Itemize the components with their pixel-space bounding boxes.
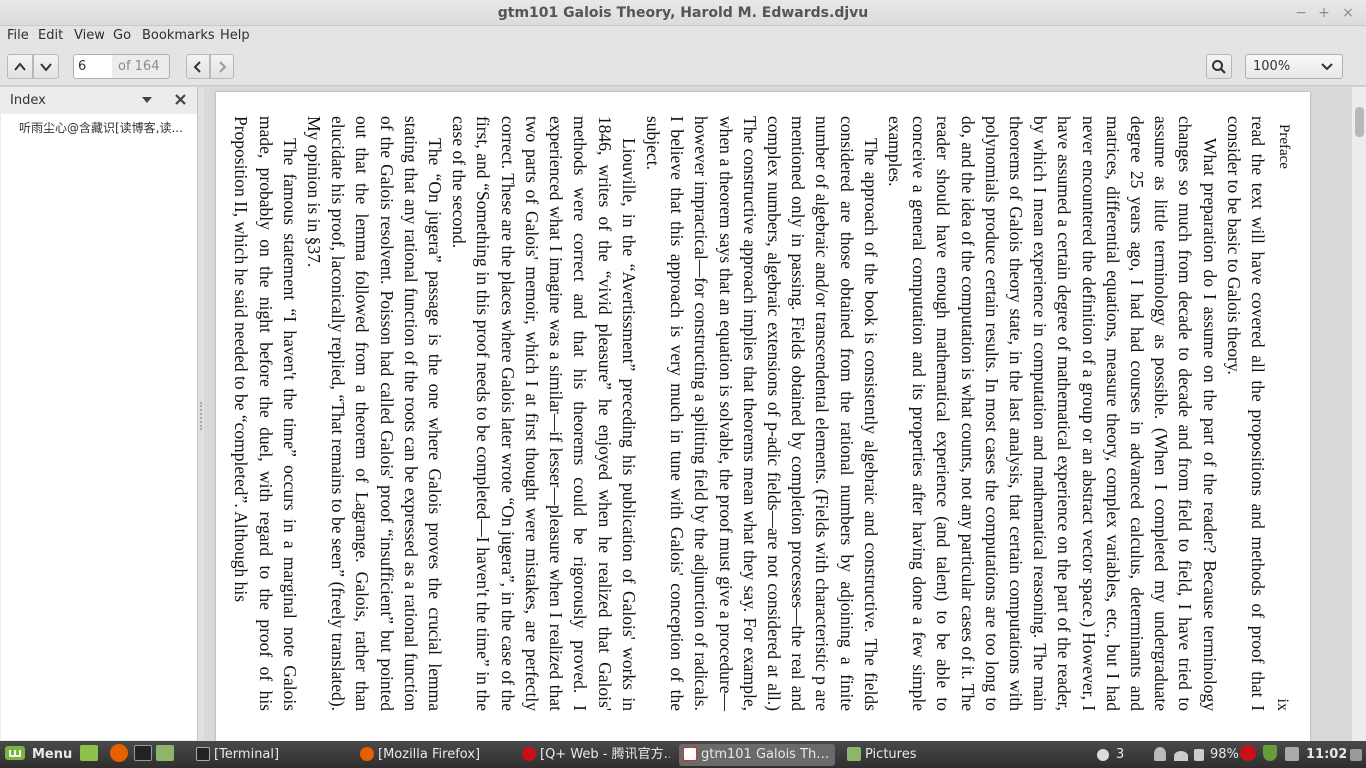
chevron-left-icon: [193, 60, 201, 73]
task-opera[interactable]: [Q+ Web - 腾讯官方…: [518, 744, 670, 766]
task-firefox[interactable]: [Mozilla Firefox]: [356, 744, 508, 766]
clock[interactable]: 11:02: [1306, 744, 1346, 766]
document-page: Preface ix read the text will have cover…: [216, 92, 1310, 741]
tray-extra-icon[interactable]: [1350, 744, 1364, 766]
paragraph: What preparation do I assume on the part…: [884, 116, 1220, 711]
sidebar-title: Index: [10, 93, 46, 108]
close-sidebar-icon[interactable]: [175, 94, 186, 105]
search-icon: [1212, 59, 1226, 74]
chevron-down-icon: [40, 62, 52, 72]
menu-file[interactable]: File: [7, 28, 29, 43]
scrollbar-thumb[interactable]: [1355, 107, 1364, 137]
sidebar: Index 听雨尘心@含藏识[读博客,读...: [0, 87, 198, 741]
desktop-icon: [80, 745, 98, 761]
menu-bar: File Edit View Go Bookmarks Help: [0, 26, 1366, 48]
show-desktop-launcher[interactable]: [80, 744, 100, 766]
menu-bookmarks[interactable]: Bookmarks: [142, 28, 215, 43]
running-head-title: Preface: [1276, 124, 1292, 169]
terminal-icon: [134, 745, 152, 761]
firefox-icon: [110, 744, 128, 762]
workspace-icon: [1350, 749, 1362, 761]
history-back-button[interactable]: [186, 54, 210, 79]
previous-page-button[interactable]: [7, 54, 33, 79]
wifi-icon: [1174, 751, 1188, 761]
firefox-launcher[interactable]: [110, 744, 130, 766]
rotated-page-content: Preface ix read the text will have cover…: [216, 92, 1310, 741]
index-item[interactable]: 听雨尘心@含藏识[读博客,读...: [19, 119, 191, 136]
paragraph: read the text will have covered all the …: [1223, 116, 1268, 711]
files-launcher[interactable]: [156, 744, 176, 766]
paragraph: The “On jugera” passage is the one where…: [304, 116, 446, 711]
opera-icon: [522, 747, 536, 761]
document-view: Preface ix read the text will have cover…: [204, 87, 1366, 741]
index-tree: 听雨尘心@含藏识[读博客,读...: [1, 114, 197, 740]
minimize-button[interactable]: −: [1291, 3, 1311, 23]
task-label: [Mozilla Firefox]: [378, 747, 481, 762]
menu-edit[interactable]: Edit: [38, 28, 63, 43]
task-terminal[interactable]: [Terminal]: [192, 744, 344, 766]
notification-icon[interactable]: [1097, 744, 1111, 766]
volume-icon[interactable]: [1194, 744, 1208, 766]
close-window-button[interactable]: ×: [1338, 3, 1358, 23]
opera-icon: [1240, 745, 1256, 761]
window-title: gtm101 Galois Theory, Harold M. Edwards.…: [497, 5, 869, 21]
menu-go[interactable]: Go: [113, 28, 131, 43]
task-pictures[interactable]: Pictures: [843, 744, 995, 766]
notification-count: 3: [1116, 747, 1125, 762]
calendar-tray-icon[interactable]: [1285, 744, 1303, 766]
battery-percent: 98%: [1210, 747, 1239, 762]
page-number: ix: [1274, 698, 1291, 711]
vertical-scrollbar[interactable]: [1352, 87, 1366, 741]
folder-icon: [847, 747, 861, 761]
splitter-grip[interactable]: [200, 402, 202, 430]
sidebar-header: Index: [0, 87, 197, 113]
speaker-icon: [1194, 749, 1204, 761]
task-document-viewer[interactable]: gtm101 Galois Th…: [679, 744, 835, 766]
page-count: of 164: [112, 54, 170, 79]
find-button[interactable]: [1206, 54, 1232, 79]
battery-indicator[interactable]: 98%: [1210, 744, 1244, 766]
menu-view[interactable]: View: [74, 28, 105, 43]
document-viewer-icon: [683, 747, 697, 761]
taskbar: Menu [Terminal] [Mozilla Firefox] [Q+ We…: [0, 741, 1366, 768]
chevron-down-icon: [1321, 63, 1333, 71]
next-page-button[interactable]: [33, 54, 59, 79]
calendar-icon: [1285, 747, 1299, 761]
toolbar: of 164 100%: [0, 48, 1366, 86]
history-forward-button[interactable]: [210, 54, 234, 79]
maximize-button[interactable]: +: [1314, 3, 1334, 23]
menu-label: Menu: [32, 747, 73, 762]
firefox-icon: [360, 747, 374, 761]
chevron-right-icon: [219, 60, 227, 73]
network-icon[interactable]: [1174, 744, 1190, 766]
chevron-up-icon: [14, 61, 26, 71]
running-head: Preface ix: [1270, 116, 1296, 711]
shield-tray-icon[interactable]: [1263, 744, 1281, 766]
task-label: [Q+ Web - 腾讯官方…: [540, 747, 670, 762]
zoom-select[interactable]: 100%: [1245, 54, 1343, 79]
opera-tray-icon[interactable]: [1240, 744, 1260, 766]
dropdown-arrow-icon[interactable]: [142, 97, 152, 104]
paragraph: The famous statement “I haven't the time…: [231, 116, 300, 711]
user-icon[interactable]: [1154, 744, 1168, 766]
task-label: [Terminal]: [214, 747, 280, 762]
zoom-value: 100%: [1253, 59, 1291, 74]
shield-icon: [1263, 745, 1277, 761]
info-circle-icon: [1097, 749, 1109, 761]
window-titlebar: gtm101 Galois Theory, Harold M. Edwards.…: [0, 0, 1366, 26]
page-number-input[interactable]: [73, 54, 113, 79]
user-icon-glyph: [1154, 747, 1166, 761]
folder-icon: [156, 745, 174, 761]
paragraph: Liouville, in the “Avertissment” precedi…: [449, 116, 639, 711]
paragraph: The approach of the book is consistently…: [642, 116, 881, 711]
terminal-launcher[interactable]: [134, 744, 154, 766]
menu-help[interactable]: Help: [220, 28, 250, 43]
task-label: Pictures: [865, 747, 917, 762]
terminal-icon: [196, 747, 210, 761]
mint-logo-icon: [5, 746, 25, 760]
start-menu-button[interactable]: Menu: [4, 744, 76, 766]
task-label: gtm101 Galois Th…: [701, 747, 830, 762]
